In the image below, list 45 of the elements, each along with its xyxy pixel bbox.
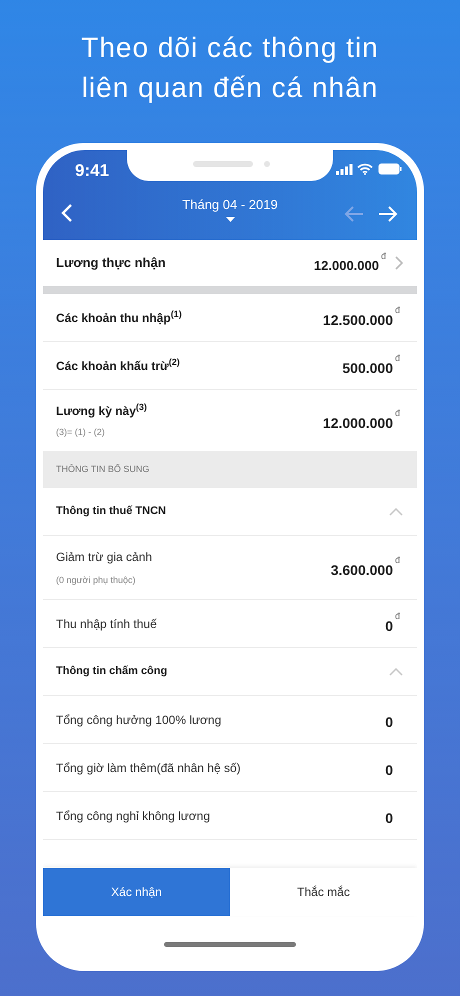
row-label: Thu nhập tính thuế <box>56 616 157 632</box>
headline-text: Theo dõi các thông tin <box>81 31 379 65</box>
row-label: Lương thực nhận <box>56 254 166 272</box>
arrow-right-icon <box>378 204 398 224</box>
group-header[interactable]: Thông tin chấm công <box>43 648 417 696</box>
amount-text: 500.000 <box>342 359 393 378</box>
currency-symbol: đ <box>395 554 402 567</box>
arrow-left-icon <box>344 204 364 224</box>
amount-text: 0 <box>385 713 393 732</box>
row-label: Tổng công hưởng 100% lương <box>56 712 222 728</box>
row-label: Lương kỳ này$^{(3)}$ <box>56 402 147 420</box>
currency-symbol: đ <box>395 610 402 623</box>
signal-icon <box>336 164 353 175</box>
amount-text: 0 <box>385 809 393 828</box>
wifi-icon <box>357 163 373 175</box>
row-label: Giảm trừ gia cảnh <box>56 548 152 566</box>
headline-text: liên quan đến cá nhân <box>82 71 378 105</box>
note-text: (0 người phụ thuộc) <box>56 574 136 587</box>
month-selector[interactable]: Tháng 04 - 2019 <box>150 197 310 222</box>
amount-text: 0 <box>385 617 393 636</box>
amount-text: 3.600.000 <box>330 561 393 580</box>
amount-text: 12.000.000 <box>322 414 393 433</box>
status-time: 9:41 <box>75 160 110 182</box>
currency-symbol: đ <box>395 407 402 420</box>
question-button[interactable]: Thắc mắc <box>230 868 417 916</box>
amount-text: 12.500.000 <box>322 311 393 330</box>
row-label: Tổng công nghỉ không lương <box>56 808 210 824</box>
chevron-right-icon <box>395 256 403 270</box>
formula-text: (3)= (1) - (2) <box>56 426 106 439</box>
group-header[interactable]: Thông tin thuế TNCN <box>43 488 417 536</box>
row-label: Các khoản thu nhập$^{(1)}$ <box>56 308 182 326</box>
amount-text: 0 <box>385 761 393 780</box>
amount-text: 12.000.000 <box>314 257 379 276</box>
chevron-up-icon <box>389 668 403 676</box>
currency-symbol: đ <box>395 304 402 317</box>
currency-symbol: đ <box>381 250 388 264</box>
caret-down-icon <box>226 217 234 222</box>
section-title: THÔNG TIN BỔ SUNG <box>56 463 150 476</box>
currency-symbol: đ <box>395 352 402 365</box>
row-label: Các khoản khấu trừ$^{(2)}$ <box>56 356 180 374</box>
chevron-left-icon <box>61 203 73 223</box>
row-label: Tổng giờ làm thêm(đã nhân hệ số) <box>56 760 241 776</box>
confirm-button[interactable]: Xác nhận <box>43 868 230 916</box>
chevron-up-icon <box>389 508 403 516</box>
battery-icon <box>378 163 402 175</box>
